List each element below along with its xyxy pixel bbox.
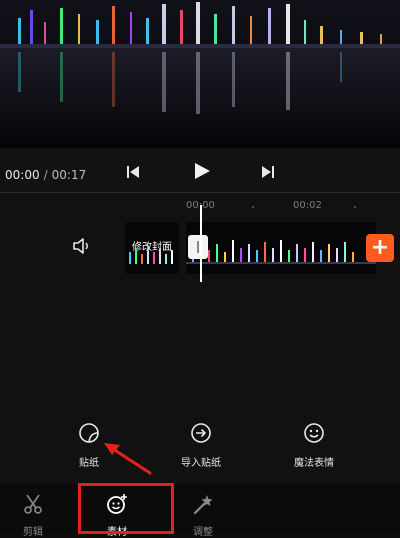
import-arrow-icon bbox=[191, 423, 211, 443]
bottom-tab-bar: 剪辑 素材 调整 bbox=[0, 483, 400, 538]
ruler-tick bbox=[354, 206, 356, 208]
skip-next-icon bbox=[262, 166, 274, 178]
previous-button[interactable] bbox=[126, 164, 140, 183]
skip-previous-icon bbox=[127, 166, 139, 178]
next-button[interactable] bbox=[261, 164, 275, 183]
current-time: 00:00 bbox=[5, 168, 40, 182]
playback-controls: 00:00/00:17 bbox=[0, 148, 400, 192]
fountain-night-scene bbox=[0, 0, 400, 148]
add-clip-button[interactable]: + bbox=[366, 234, 394, 262]
edit-cover-button[interactable]: 修改封面 bbox=[125, 222, 179, 274]
play-button[interactable] bbox=[193, 162, 211, 184]
mute-audio-button[interactable] bbox=[72, 237, 94, 259]
edit-cover-label: 修改封面 bbox=[132, 242, 172, 253]
smiley-icon bbox=[304, 423, 324, 443]
highlight-box bbox=[78, 483, 174, 534]
magic-emoji-button[interactable]: 魔法表情 bbox=[289, 422, 339, 469]
tab-adjust-label: 调整 bbox=[193, 527, 213, 538]
scissors-icon bbox=[24, 494, 42, 514]
video-preview[interactable] bbox=[0, 0, 400, 148]
ruler-tick bbox=[252, 206, 254, 208]
total-time: 00:17 bbox=[51, 168, 87, 182]
time-display: 00:00/00:17 bbox=[5, 168, 86, 182]
clip-trim-handle[interactable] bbox=[188, 235, 208, 259]
tab-edit[interactable]: 剪辑 bbox=[18, 493, 48, 538]
sticker-icon bbox=[79, 423, 99, 443]
tab-adjust[interactable]: 调整 bbox=[188, 493, 218, 538]
speaker-icon bbox=[73, 238, 88, 254]
magic-wand-icon bbox=[193, 495, 213, 515]
clip-frames bbox=[186, 222, 376, 274]
import-sticker-button[interactable]: 导入贴纸 bbox=[176, 422, 226, 469]
tab-edit-label: 剪辑 bbox=[23, 527, 43, 538]
annotation-arrow bbox=[104, 443, 152, 475]
magic-emoji-label: 魔法表情 bbox=[294, 458, 334, 469]
playhead[interactable] bbox=[200, 205, 202, 282]
time-separator: / bbox=[43, 168, 48, 182]
import-sticker-label: 导入贴纸 bbox=[181, 458, 221, 469]
ruler-label-mid: 00:02 bbox=[293, 200, 322, 211]
video-clip-strip[interactable] bbox=[186, 222, 376, 274]
play-icon bbox=[195, 163, 210, 179]
